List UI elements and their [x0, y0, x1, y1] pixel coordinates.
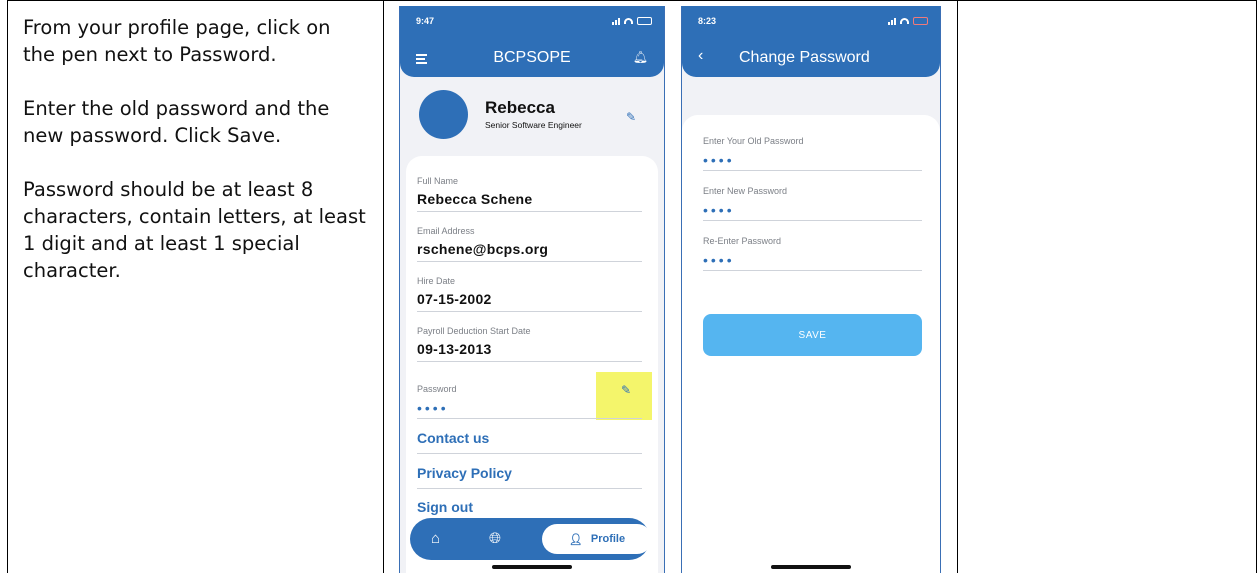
- home-indicator: [492, 565, 572, 569]
- reenter-password-field[interactable]: Re-Enter Password ••••: [703, 236, 922, 271]
- instruction-step-2: Enter the old password and the new passw…: [23, 97, 330, 147]
- nav-profile-label: Profile: [590, 533, 626, 545]
- app-header: 9:47 BCPSOPE 🔔︎: [400, 6, 664, 77]
- status-time: 9:47: [416, 16, 435, 26]
- save-button[interactable]: SAVE: [703, 314, 922, 356]
- column-divider: [383, 0, 384, 573]
- new-password-field[interactable]: Enter New Password ••••: [703, 186, 922, 221]
- full-name-field: Full Name Rebecca Schene: [417, 176, 642, 212]
- status-bar: 9:47: [400, 6, 664, 36]
- status-time: 8:23: [698, 16, 717, 26]
- payroll-start-field: Payroll Deduction Start Date 09-13-2013: [417, 326, 642, 362]
- app-title: BCPSOPE: [493, 49, 571, 66]
- screen-title: Change Password: [739, 49, 870, 66]
- profile-screen: 9:47 BCPSOPE 🔔︎ Rebecca Senior Software …: [399, 6, 665, 573]
- hire-date-field: Hire Date 07-15-2002: [417, 276, 642, 312]
- globe-icon[interactable]: 🌐︎: [489, 530, 501, 547]
- nav-profile-tab[interactable]: 👤︎ Profile: [542, 524, 652, 554]
- person-icon: 👤︎: [568, 533, 583, 546]
- column-divider: [957, 0, 958, 573]
- old-password-field[interactable]: Enter Your Old Password ••••: [703, 136, 922, 171]
- profile-role: Senior Software Engineer: [485, 120, 582, 130]
- avatar: [419, 90, 468, 139]
- password-field: Password ••••: [417, 384, 642, 419]
- instruction-step-3: Password should be at least 8 characters…: [23, 178, 366, 282]
- app-header: 8:23 ‹ Change Password: [682, 6, 940, 77]
- email-field: Email Address rschene@bcps.org: [417, 226, 642, 262]
- battery-icon: [637, 17, 652, 25]
- home-icon[interactable]: ⌂: [431, 530, 440, 547]
- battery-icon: [913, 17, 928, 25]
- privacy-policy-link[interactable]: Privacy Policy: [417, 465, 642, 489]
- signal-icon: [612, 17, 620, 25]
- edit-password-pen-icon[interactable]: ✎: [621, 383, 631, 397]
- edit-profile-pen-icon[interactable]: ✎: [626, 110, 636, 124]
- bottom-nav: ⌂ 🌐︎ 👤︎ Profile: [410, 518, 652, 560]
- home-indicator: [771, 565, 851, 569]
- wifi-icon: [624, 18, 633, 24]
- app-bar: ‹ Change Password: [682, 44, 940, 72]
- change-password-screen: 8:23 ‹ Change Password Enter Your Old Pa…: [681, 6, 941, 573]
- instructions-text: From your profile page, click on the pen…: [23, 14, 368, 311]
- app-bar: BCPSOPE 🔔︎: [400, 44, 664, 72]
- signal-icon: [888, 17, 896, 25]
- instruction-step-1: From your profile page, click on the pen…: [23, 16, 331, 66]
- back-chevron-icon[interactable]: ‹: [698, 47, 703, 65]
- wifi-icon: [900, 18, 909, 24]
- profile-name: Rebecca: [485, 98, 555, 117]
- bell-icon[interactable]: 🔔︎: [633, 50, 648, 64]
- contact-us-link[interactable]: Contact us: [417, 430, 642, 454]
- status-bar: 8:23: [682, 6, 940, 36]
